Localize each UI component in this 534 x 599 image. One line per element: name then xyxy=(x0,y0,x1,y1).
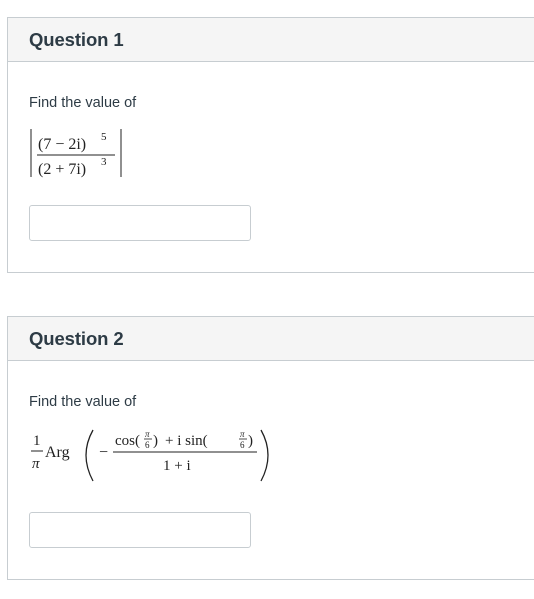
coefficient-denominator: π xyxy=(32,456,40,472)
six-label: 6 xyxy=(145,440,150,450)
math-expression: (7 − 2i) 5 (2 + 7i) 3 xyxy=(30,129,122,178)
question-prompt: Find the value of xyxy=(29,394,137,410)
denominator: (2 + 7i) xyxy=(38,161,86,178)
question-title: Question 1 xyxy=(29,28,124,50)
math-expression: 1 π Arg − cos( π 6 ) + i sin( π 6 ) 1 + … xyxy=(31,429,269,482)
six-label: 6 xyxy=(240,440,245,450)
question-card-2: Question 2 Find the value of 1 π Arg − c… xyxy=(7,316,534,580)
pi-label: π xyxy=(145,429,150,439)
answer-input[interactable] xyxy=(29,512,251,548)
numerator: (7 − 2i) xyxy=(38,136,86,153)
pi-label: π xyxy=(240,429,245,439)
minus-sign: − xyxy=(99,444,108,461)
paren-right xyxy=(260,429,269,482)
arg-function: Arg xyxy=(45,444,70,461)
close-paren: ) xyxy=(248,433,253,449)
answer-input[interactable] xyxy=(29,205,251,241)
question-header: Question 1 xyxy=(8,18,534,62)
cos-label: cos( xyxy=(115,433,140,449)
question-header: Question 2 xyxy=(8,317,534,361)
question-prompt: Find the value of xyxy=(29,95,137,111)
numerator-exponent: 5 xyxy=(101,131,107,143)
question-title: Question 2 xyxy=(29,327,124,349)
coefficient-numerator: 1 xyxy=(33,433,41,449)
denominator-exponent: 3 xyxy=(101,156,107,168)
denominator: 1 + i xyxy=(163,458,191,474)
paren-left xyxy=(85,429,94,482)
sin-label: + i sin( xyxy=(165,433,208,449)
question-card-1: Question 1 Find the value of (7 − 2i) 5 … xyxy=(7,17,534,273)
close-paren: ) xyxy=(153,433,158,449)
